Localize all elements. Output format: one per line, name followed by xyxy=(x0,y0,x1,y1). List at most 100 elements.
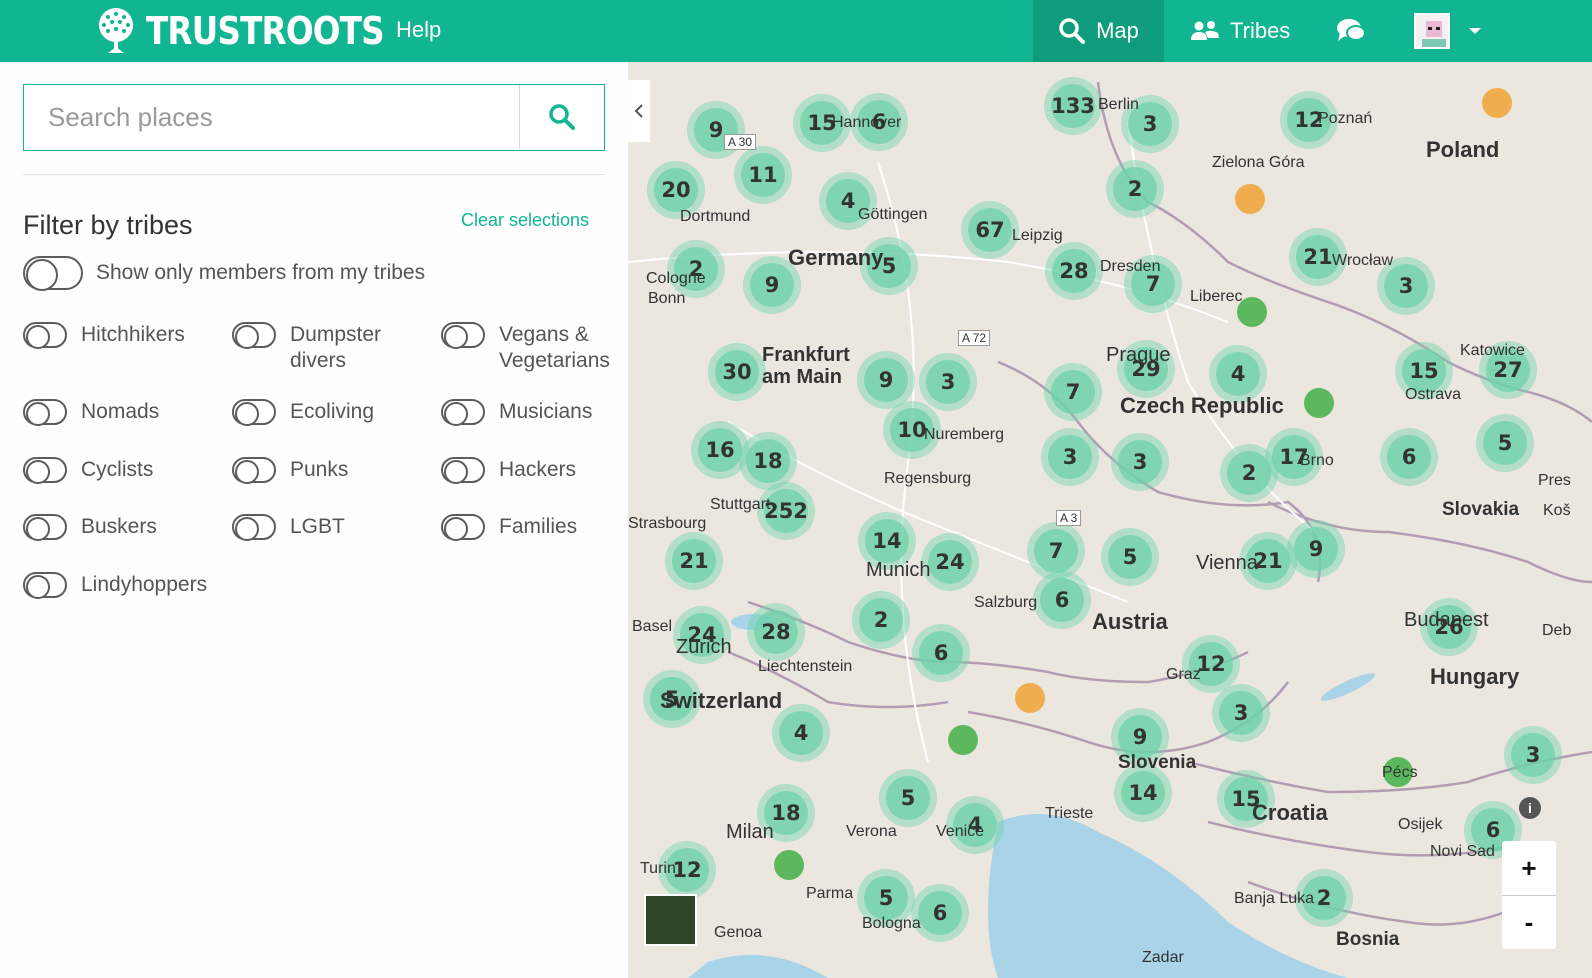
member-marker[interactable] xyxy=(774,850,804,880)
place-label: Wrocław xyxy=(1332,252,1394,269)
member-cluster[interactable]: 9 xyxy=(687,101,745,159)
member-cluster[interactable]: 6 xyxy=(911,884,969,942)
place-label: Frankfurt am Main xyxy=(762,344,850,388)
tribe-toggle[interactable] xyxy=(441,322,485,349)
place-label: Liechtenstein xyxy=(758,658,853,675)
trustroots-logo[interactable]: TRUSTROOTS xyxy=(94,6,422,56)
member-cluster[interactable]: 3 xyxy=(1041,428,1099,486)
search-icon xyxy=(1059,18,1086,44)
member-cluster[interactable]: 12 xyxy=(1182,635,1240,693)
tribe-toggle[interactable] xyxy=(232,399,276,426)
search-button[interactable] xyxy=(519,85,604,149)
member-cluster[interactable]: 9 xyxy=(1287,520,1345,578)
place-label: Cologne xyxy=(646,270,706,287)
nav-map-tab[interactable]: Map xyxy=(1033,0,1164,62)
place-label: Stuttgart xyxy=(710,496,771,513)
place-label: Pécs xyxy=(1382,764,1418,781)
place-label: Ostrava xyxy=(1405,386,1462,403)
tribe-toggle[interactable] xyxy=(232,514,276,541)
place-label: Genoa xyxy=(714,924,763,941)
cluster-count: 21 xyxy=(672,539,716,583)
place-label: Parma xyxy=(806,885,854,902)
tribe-toggle[interactable] xyxy=(23,457,67,484)
satellite-layer-button[interactable] xyxy=(644,894,697,946)
host-marker[interactable] xyxy=(1015,683,1045,713)
cluster-count: 24 xyxy=(928,540,972,584)
cluster-count: 67 xyxy=(968,208,1012,252)
member-cluster[interactable]: 3 xyxy=(1111,433,1169,491)
app-name: TRUSTROOTS xyxy=(146,9,385,53)
users-icon xyxy=(1191,21,1219,40)
member-cluster[interactable]: 3 xyxy=(1212,684,1270,742)
member-cluster[interactable]: 133 xyxy=(1044,77,1102,135)
member-cluster[interactable]: 5 xyxy=(1101,528,1159,586)
zoom-in-button[interactable]: + xyxy=(1502,841,1556,895)
member-cluster[interactable]: 3 xyxy=(919,353,977,411)
member-marker[interactable] xyxy=(948,725,978,755)
tribe-toggle[interactable] xyxy=(23,572,67,599)
member-cluster[interactable]: 5 xyxy=(1476,414,1534,472)
country-label: Hungary xyxy=(1430,664,1520,689)
member-cluster[interactable]: 6 xyxy=(912,624,970,682)
member-cluster[interactable]: 5 xyxy=(879,769,937,827)
place-label: A 72 xyxy=(958,330,991,346)
clear-selections-link[interactable]: Clear selections xyxy=(461,210,589,231)
member-cluster[interactable]: 28 xyxy=(1045,242,1103,300)
info-icon[interactable]: i xyxy=(1519,797,1541,819)
search-icon xyxy=(549,104,575,130)
map[interactable]: 133 3 12 9 15 6 11 20 4 2 67 28 7 21 3 2 9 5 30 9 3 10 7 29 4 15 2… xyxy=(628,62,1592,978)
tribe-toggle[interactable] xyxy=(232,322,276,349)
cluster-count: 18 xyxy=(746,439,790,483)
member-cluster[interactable]: 2 xyxy=(1106,160,1164,218)
member-cluster[interactable]: 30 xyxy=(708,343,766,401)
tribe-toggle[interactable] xyxy=(23,322,67,349)
tribe-label: Hitchhikers xyxy=(81,323,185,346)
nav-help-link[interactable]: Help xyxy=(396,17,441,43)
tribe-toggle[interactable] xyxy=(441,457,485,484)
member-marker[interactable] xyxy=(1304,388,1334,418)
tribe-label: LGBT xyxy=(290,515,345,538)
member-cluster[interactable]: 6 xyxy=(1380,428,1438,486)
host-marker[interactable] xyxy=(1482,88,1512,118)
country-label: Slovakia xyxy=(1442,499,1520,520)
member-cluster[interactable]: 3 xyxy=(1504,726,1562,784)
member-cluster[interactable]: 7 xyxy=(1044,363,1102,421)
nav-tribes-label: Tribes xyxy=(1230,18,1291,43)
tribe-toggle[interactable] xyxy=(23,514,67,541)
member-cluster[interactable]: 6 xyxy=(1033,571,1091,629)
tribe-toggle[interactable] xyxy=(23,399,67,426)
my-tribes-label: Show only members from my tribes xyxy=(96,261,426,284)
place-label: Berlin xyxy=(1098,96,1139,113)
tribe-label: Ecoliving xyxy=(290,400,375,423)
place-label: Hannover xyxy=(832,114,902,131)
member-cluster[interactable]: 11 xyxy=(734,146,792,204)
zoom-out-button[interactable]: - xyxy=(1502,895,1556,949)
member-cluster[interactable]: 28 xyxy=(747,603,805,661)
tribe-label: Cyclists xyxy=(81,458,154,481)
nav-tribes-tab[interactable]: Tribes xyxy=(1190,0,1290,62)
country-label: Germany xyxy=(788,245,884,270)
place-label: Regensburg xyxy=(884,470,972,487)
place-label: Bonn xyxy=(648,290,686,307)
host-marker[interactable] xyxy=(1235,184,1265,214)
member-cluster[interactable]: 21 xyxy=(665,532,723,590)
tribe-label: Vegans & Vegetarians xyxy=(499,323,610,372)
tribe-label: Buskers xyxy=(81,515,157,538)
tribe-toggle[interactable] xyxy=(441,399,485,426)
place-label: Bologna xyxy=(862,915,921,932)
place-label: Nuremberg xyxy=(924,426,1005,443)
user-menu[interactable] xyxy=(1414,13,1482,49)
nav-messages-button[interactable] xyxy=(1336,17,1366,50)
my-tribes-toggle[interactable] xyxy=(23,256,83,291)
member-cluster[interactable]: 9 xyxy=(857,351,915,409)
collapse-panel-button[interactable] xyxy=(628,80,650,142)
messages-icon xyxy=(1337,19,1366,41)
search-input[interactable] xyxy=(24,85,521,149)
member-cluster[interactable]: 2 xyxy=(852,591,910,649)
tribe-toggle[interactable] xyxy=(441,514,485,541)
tribe-toggle[interactable] xyxy=(232,457,276,484)
member-cluster[interactable]: 67 xyxy=(961,201,1019,259)
cluster-count: 5 xyxy=(886,776,930,820)
country-label: Slovenia xyxy=(1118,752,1197,773)
zoom-controls: + - xyxy=(1502,841,1556,949)
